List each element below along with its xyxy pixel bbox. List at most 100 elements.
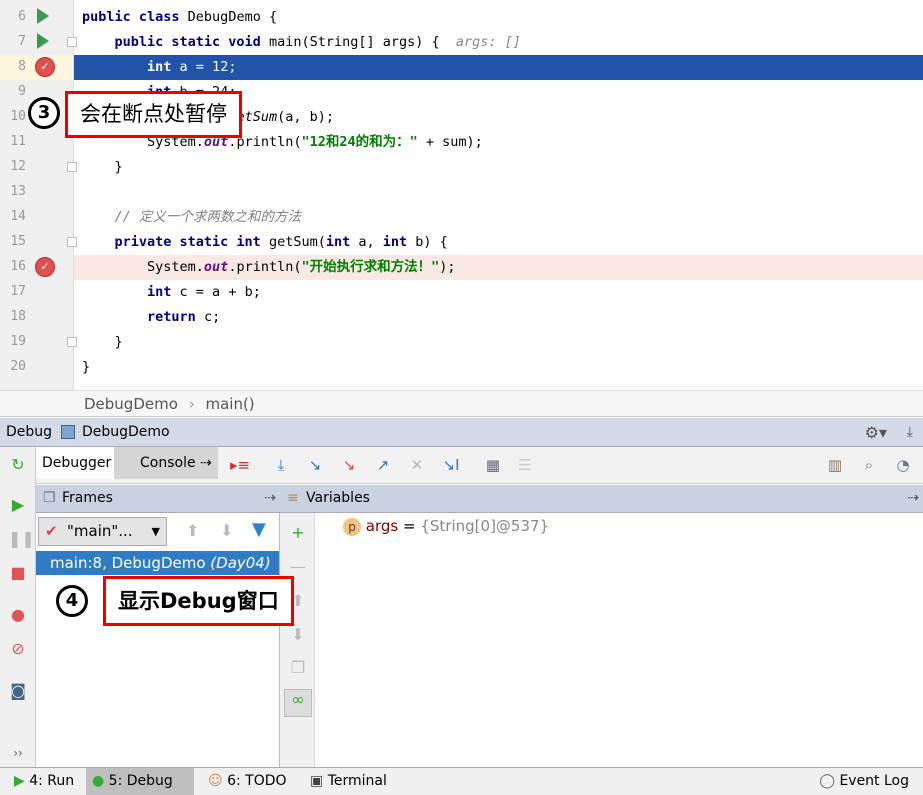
- line-number: 11: [10, 134, 26, 149]
- variables-title: Variables: [306, 490, 370, 506]
- pin-icon[interactable]: ⇢: [907, 485, 919, 512]
- breadcrumb-method[interactable]: main(): [205, 395, 254, 413]
- fold-icon[interactable]: [67, 37, 77, 47]
- breadcrumb-class[interactable]: DebugDemo: [84, 395, 178, 413]
- breadcrumb: DebugDemo › main(): [0, 390, 923, 417]
- bug-icon: ●: [92, 773, 105, 789]
- show-watches-icon[interactable]: ∞: [284, 689, 312, 717]
- terminal-tool-button[interactable]: ▣ Terminal: [304, 768, 393, 795]
- run-gutter-icon[interactable]: [37, 8, 49, 24]
- step-over-icon[interactable]: ⤓: [272, 456, 290, 474]
- line-number: 9: [18, 84, 26, 99]
- rerun-icon[interactable]: ↻: [8, 455, 28, 475]
- parameter-badge: p: [343, 518, 361, 536]
- debugger-toolbar: Debugger Console ⇢ ▸≡ ⤓ ↘ ↘ ↗ ✕ ↘I ▦ ☰ ▥…: [36, 447, 923, 484]
- breakpoint-icon[interactable]: ✓: [35, 57, 55, 77]
- copy-icon[interactable]: ❐: [288, 658, 308, 678]
- todo-tool-button[interactable]: ☺ 6: TODO: [202, 768, 293, 795]
- code-line[interactable]: private static int getSum(int a, int b) …: [82, 230, 448, 255]
- fold-icon[interactable]: [67, 162, 77, 172]
- fold-icon[interactable]: [67, 337, 77, 347]
- line-number: 10: [10, 109, 26, 124]
- thread-name: "main"...: [67, 522, 133, 540]
- variables-header: ≡ Variables ⇢: [280, 485, 923, 513]
- evaluate-expression-icon[interactable]: ▦: [484, 456, 502, 474]
- variable-equals: =: [403, 517, 416, 535]
- run-gutter-icon[interactable]: [37, 33, 49, 49]
- hide-icon[interactable]: ⤓: [907, 418, 913, 447]
- step-into-icon[interactable]: ↘: [306, 456, 324, 474]
- debug-label: 5: Debug: [108, 773, 173, 789]
- gear-icon[interactable]: ⚙▾: [865, 418, 887, 447]
- line-number: 18: [10, 309, 26, 324]
- tab-console[interactable]: Console ⇢: [114, 447, 218, 479]
- line-number: 8: [18, 59, 26, 74]
- pause-icon[interactable]: ❚❚: [8, 529, 35, 549]
- view-breakpoints-icon[interactable]: ●: [8, 605, 28, 625]
- code-line[interactable]: int a = 12;: [82, 55, 236, 80]
- force-step-into-icon[interactable]: ↘: [340, 456, 358, 474]
- code-line[interactable]: System.out.println("开始执行求和方法！");: [82, 255, 455, 280]
- event-log-icon: ◯: [819, 773, 835, 789]
- more-icon[interactable]: ››: [8, 743, 28, 763]
- line-number: 19: [10, 334, 26, 349]
- restore-layout-icon[interactable]: ▥: [826, 456, 844, 474]
- code-line[interactable]: return c;: [82, 305, 220, 330]
- code-line[interactable]: }: [82, 330, 123, 355]
- step-out-icon[interactable]: ↗: [374, 456, 392, 474]
- variable-row[interactable]: p args = {String[0]@537}: [343, 517, 549, 536]
- variable-value: {String[0]@537}: [420, 517, 550, 535]
- camera-icon[interactable]: ◙: [8, 681, 28, 701]
- thread-selector[interactable]: ✔ "main"... ▼: [38, 517, 167, 546]
- line-number: 15: [10, 234, 26, 249]
- callout-pause-at-breakpoint: 会在断点处暂停: [65, 91, 242, 138]
- mute-breakpoints-icon[interactable]: ⊘: [8, 639, 28, 659]
- resume-icon[interactable]: ▶: [8, 495, 28, 515]
- debug-tool-button[interactable]: ● 5: Debug: [86, 768, 194, 795]
- debug-config-tab[interactable]: DebugDemo: [82, 424, 170, 440]
- frames-title: Frames: [62, 490, 113, 506]
- drop-frame-icon[interactable]: ✕: [408, 456, 426, 474]
- filter-icon[interactable]: ▼: [252, 519, 266, 540]
- new-watch-icon[interactable]: +: [288, 523, 308, 543]
- line-number: 7: [18, 34, 26, 49]
- frames-icon: ❐: [43, 490, 56, 506]
- breakpoint-icon[interactable]: ✓: [35, 257, 55, 277]
- code-editor[interactable]: 6 public class DebugDemo {7 public static…: [0, 0, 923, 390]
- pin-icon[interactable]: ⇢: [264, 485, 276, 512]
- code-line[interactable]: }: [82, 155, 123, 180]
- code-line[interactable]: public class DebugDemo {: [82, 5, 277, 30]
- line-number: 14: [10, 209, 26, 224]
- variable-name: args: [365, 517, 399, 535]
- chevron-down-icon: ▼: [151, 525, 160, 538]
- line-number: 16: [10, 259, 26, 274]
- code-line[interactable]: public static void main(String[] args) {…: [82, 30, 521, 55]
- overhead-icon[interactable]: ◔: [894, 456, 912, 474]
- event-log-button[interactable]: ◯ Event Log: [813, 768, 915, 795]
- frame-row[interactable]: main:8, DebugDemo (Day04): [36, 551, 279, 575]
- fold-icon[interactable]: [67, 237, 77, 247]
- thread-icon: ✔: [45, 522, 58, 540]
- run-to-cursor-icon[interactable]: ↘I: [442, 456, 460, 474]
- arrow-up-icon[interactable]: ⬆: [186, 521, 199, 540]
- arrow-down-icon[interactable]: ⬇: [220, 521, 233, 540]
- remove-watch-icon[interactable]: —: [288, 557, 308, 577]
- debug-side-toolbar: ↻ ▶ ❚❚ ■ ● ⊘ ◙ ››: [0, 447, 36, 767]
- tool-window-bar: ▶ 4: Run ● 5: Debug ☺ 6: TODO ▣ Terminal…: [0, 767, 923, 795]
- frames-header: ❐ Frames ⇢: [36, 485, 280, 513]
- run-tool-button[interactable]: ▶ 4: Run: [8, 768, 80, 795]
- todo-icon: ☺: [208, 773, 223, 789]
- show-execution-point-icon[interactable]: ▸≡: [230, 456, 250, 474]
- callout-show-debug-window: 显示Debug窗口: [103, 576, 294, 626]
- line-number: 12: [10, 159, 26, 174]
- line-number: 13: [10, 184, 26, 199]
- settings-icon[interactable]: ⌕: [860, 456, 878, 474]
- code-line[interactable]: // 定义一个求两数之和的方法: [82, 205, 301, 230]
- trace-icon[interactable]: ☰: [516, 456, 534, 474]
- move-down-icon[interactable]: ⬇: [288, 625, 308, 645]
- code-line[interactable]: }: [82, 355, 90, 380]
- tab-debugger[interactable]: Debugger: [36, 447, 118, 479]
- frame-module: (Day04): [210, 554, 271, 572]
- stop-icon[interactable]: ■: [8, 563, 28, 583]
- code-line[interactable]: int c = a + b;: [82, 280, 261, 305]
